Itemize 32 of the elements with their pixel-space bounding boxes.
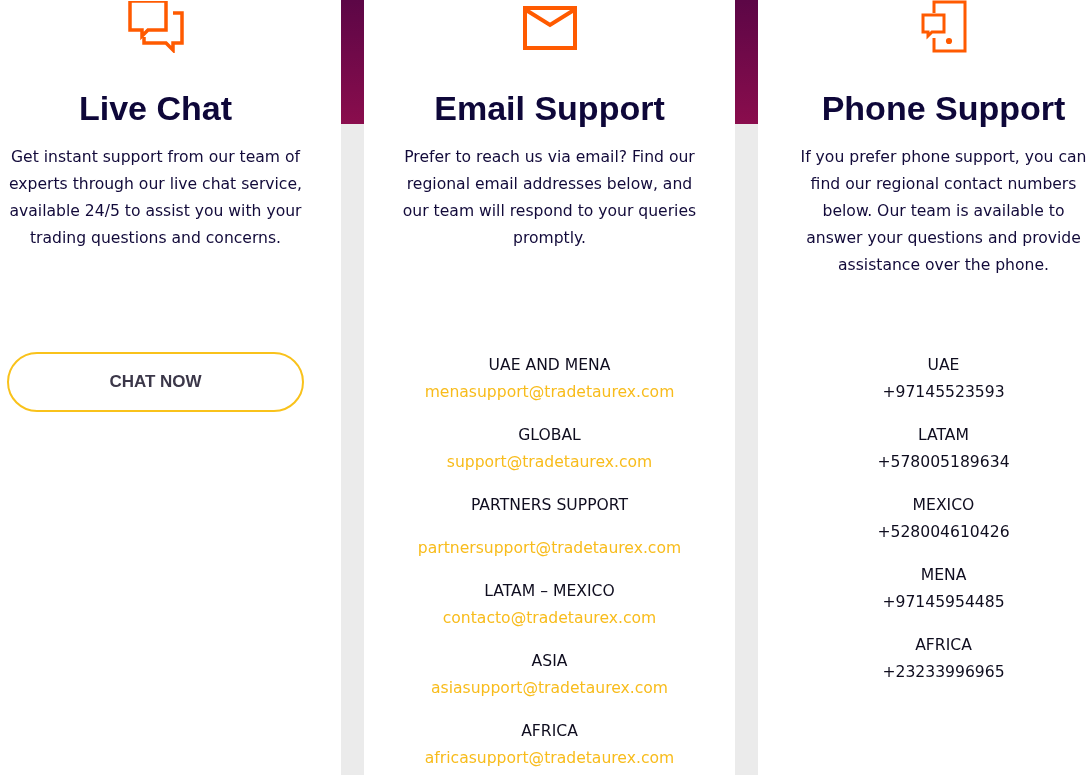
email-link[interactable]: contacto@tradetaurex.com [442, 605, 657, 632]
region-label: AFRICA [915, 635, 972, 656]
card-description: Prefer to reach us via email? Find our regional email addresses below, and our team will respond to your queries promptly. [401, 147, 698, 249]
email-link[interactable]: africasupport@tradetaurex.com [424, 745, 675, 772]
phone-number: +97145954485 [882, 592, 1005, 613]
region-label: PARTNERS SUPPORT [470, 495, 629, 516]
envelope-icon [522, 6, 577, 50]
chat-button[interactable]: CHAT NOW [7, 352, 304, 412]
region-label: UAE AND MENA [488, 355, 611, 376]
card-description: Get instant support from our team of experts through our live chat service, available 24/5 to assist you with your trading questions and concerns. [8, 147, 303, 249]
email-link[interactable]: partnersupport@tradetaurex.com [417, 535, 682, 562]
card-description: If you prefer phone support, you can find our regional contact numbers below. Our team is available to answer your questions and provide assistance over the phone. [799, 147, 1088, 276]
email-link[interactable]: menasupport@tradetaurex.com [424, 379, 675, 406]
phone-number: +97145523593 [882, 382, 1005, 403]
phone-number: +528004610426 [877, 522, 1010, 543]
region-label: UAE [927, 355, 960, 376]
phone-message-icon [920, 0, 967, 53]
card-title: Live Chat [78, 88, 232, 128]
email-link[interactable]: support@tradetaurex.com [446, 449, 653, 476]
phone-number: +23233996965 [882, 662, 1005, 683]
email-link[interactable]: asiasupport@tradetaurex.com [430, 675, 668, 702]
region-label: AFRICA [521, 721, 578, 742]
region-label: GLOBAL [518, 425, 581, 446]
region-label: LATAM – MEXICO [484, 581, 615, 602]
region-label: ASIA [531, 651, 568, 672]
region-label: LATAM [918, 425, 969, 446]
card-title: Phone Support [821, 88, 1066, 128]
phone-number: +578005189634 [877, 452, 1010, 473]
region-label: MEXICO [912, 495, 975, 516]
speech-bubbles-icon [127, 0, 184, 53]
region-label: MENA [920, 565, 967, 586]
card-title: Email Support [434, 88, 665, 128]
